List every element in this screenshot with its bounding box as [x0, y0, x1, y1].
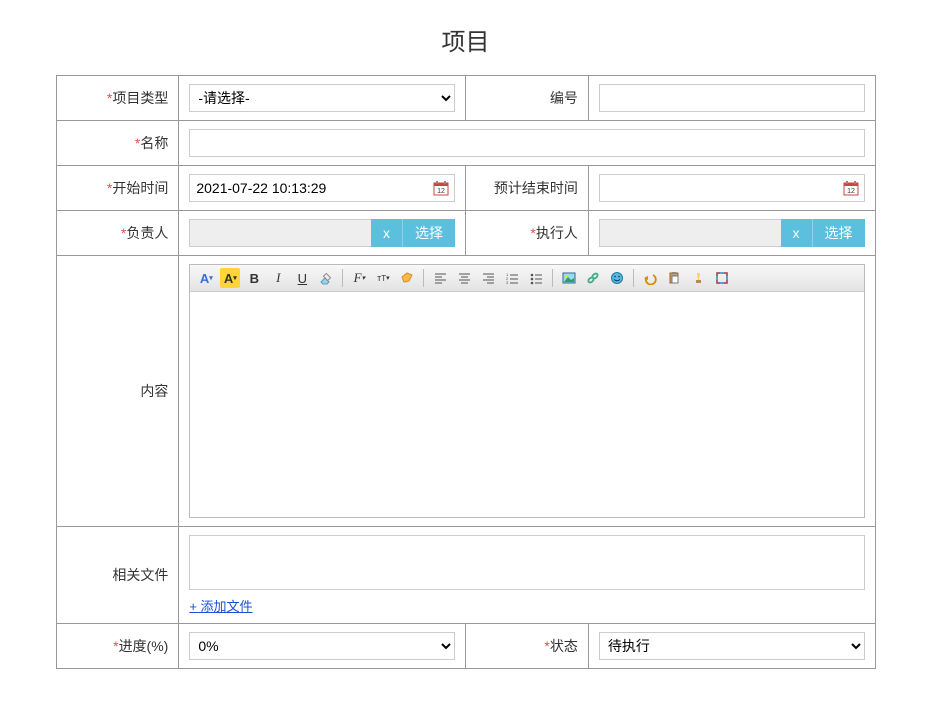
label-executor: *执行人 — [465, 211, 588, 256]
svg-text:12: 12 — [847, 188, 855, 195]
input-name[interactable] — [189, 129, 864, 157]
file-list-box — [189, 535, 864, 590]
datepicker-end[interactable]: 12 — [599, 174, 865, 202]
separator — [552, 269, 553, 287]
label-owner: *负责人 — [56, 211, 179, 256]
label-content: 内容 — [56, 256, 179, 527]
input-end-time[interactable] — [600, 175, 843, 201]
editor-body[interactable] — [190, 292, 863, 517]
undo-icon[interactable] — [640, 268, 660, 288]
italic-icon[interactable]: I — [268, 268, 288, 288]
paste-icon[interactable] — [664, 268, 684, 288]
clear-executor-button[interactable]: x — [781, 219, 813, 247]
label-end-time: 预计结束时间 — [465, 166, 588, 211]
highlight-icon[interactable]: A▾ — [220, 268, 240, 288]
input-executor — [599, 219, 781, 247]
align-right-icon[interactable] — [478, 268, 498, 288]
label-start-time: *开始时间 — [56, 166, 179, 211]
calendar-icon: 12 — [843, 180, 859, 196]
input-owner — [189, 219, 371, 247]
label-serial-no: 编号 — [465, 76, 588, 121]
add-file-link[interactable]: + 添加文件 — [189, 599, 252, 614]
label-progress: *进度(%) — [56, 624, 179, 669]
datepicker-start[interactable]: 12 — [189, 174, 455, 202]
format-icon[interactable] — [397, 268, 417, 288]
ordered-list-icon[interactable]: 123 — [502, 268, 522, 288]
eraser-icon[interactable] — [316, 268, 336, 288]
select-project-type[interactable]: -请选择- — [189, 84, 455, 112]
align-center-icon[interactable] — [454, 268, 474, 288]
rich-text-editor: A▾ A▾ B I U F▾ тT▾ — [189, 264, 864, 518]
select-status[interactable]: 待执行 — [599, 632, 865, 660]
unordered-list-icon[interactable] — [526, 268, 546, 288]
svg-text:12: 12 — [437, 188, 445, 195]
separator — [342, 269, 343, 287]
calendar-icon: 12 — [433, 180, 449, 196]
editor-toolbar: A▾ A▾ B I U F▾ тT▾ — [190, 265, 863, 292]
clear-owner-button[interactable]: x — [371, 219, 403, 247]
link-icon[interactable] — [583, 268, 603, 288]
bold-icon[interactable]: B — [244, 268, 264, 288]
image-icon[interactable] — [559, 268, 579, 288]
font-size-icon[interactable]: тT▾ — [373, 268, 393, 288]
label-status: *状态 — [465, 624, 588, 669]
pick-executor-button[interactable]: 选择 — [813, 219, 865, 247]
form-table: *项目类型 -请选择- 编号 *名称 *开始时间 12 预计结束时间 — [56, 75, 876, 669]
emoji-icon[interactable] — [607, 268, 627, 288]
label-project-type: *项目类型 — [56, 76, 179, 121]
input-start-time[interactable] — [190, 175, 433, 201]
underline-icon[interactable]: U — [292, 268, 312, 288]
select-progress[interactable]: 0% — [189, 632, 455, 660]
font-color-icon[interactable]: A▾ — [196, 268, 216, 288]
label-files: 相关文件 — [56, 527, 179, 624]
font-family-icon[interactable]: F▾ — [349, 268, 369, 288]
svg-text:3: 3 — [506, 280, 509, 285]
label-name: *名称 — [56, 121, 179, 166]
input-serial-no[interactable] — [599, 84, 865, 112]
clear-format-icon[interactable] — [688, 268, 708, 288]
fullscreen-icon[interactable] — [712, 268, 732, 288]
pick-owner-button[interactable]: 选择 — [403, 219, 455, 247]
align-left-icon[interactable] — [430, 268, 450, 288]
separator — [633, 269, 634, 287]
separator — [423, 269, 424, 287]
page-title: 项目 — [10, 22, 921, 57]
